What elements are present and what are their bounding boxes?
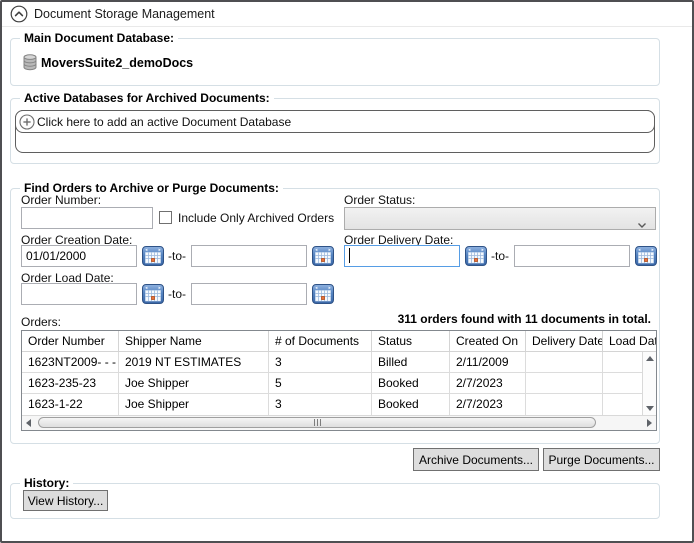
view-history-button[interactable]: View History... (23, 490, 108, 511)
creation-date-to-input[interactable] (191, 245, 307, 267)
creation-date-from-calendar-button[interactable] (142, 245, 164, 267)
load-to-separator: -to- (168, 287, 186, 301)
scroll-right-icon[interactable] (647, 419, 652, 427)
calendar-icon (635, 246, 657, 266)
column-header[interactable]: Status (372, 331, 450, 351)
load-date-to-calendar-button[interactable] (312, 283, 334, 305)
order-status-dropdown[interactable] (344, 207, 656, 230)
scroll-down-icon[interactable] (645, 406, 654, 411)
include-archived-checkbox[interactable] (159, 211, 172, 224)
table-cell[interactable]: 3 (269, 394, 372, 415)
panel-header: Document Storage Management (2, 2, 692, 27)
vertical-scrollbar[interactable] (642, 352, 656, 415)
column-header[interactable]: Order Number (22, 331, 119, 351)
add-database-button[interactable]: Click here to add an active Document Dat… (15, 110, 655, 133)
horizontal-scrollbar[interactable] (22, 415, 656, 430)
calendar-icon (312, 246, 334, 266)
orders-table: Order Number Shipper Name # of Documents St… (21, 330, 657, 431)
main-database-name: MoversSuite2_demoDocs (41, 55, 194, 70)
load-date-from-input[interactable] (21, 283, 137, 305)
scroll-left-icon[interactable] (26, 419, 31, 427)
database-icon (23, 54, 37, 71)
table-cell[interactable]: 1623-235-23 (22, 373, 119, 393)
table-cell[interactable]: 2/7/2023 (450, 394, 526, 415)
main-database-item: MoversSuite2_demoDocs (23, 54, 193, 71)
table-cell[interactable]: 1623NT2009- - - (22, 352, 119, 372)
column-header[interactable]: Created On (450, 331, 526, 351)
chevron-up-circle-icon (10, 5, 28, 23)
horizontal-scrollbar-thumb[interactable] (38, 417, 596, 428)
table-cell[interactable]: 1623-1-22 (22, 394, 119, 415)
panel-title: Document Storage Management (34, 7, 215, 21)
table-cell[interactable] (526, 373, 603, 393)
find-orders-groupbox: Find Orders to Archive or Purge Document… (10, 181, 660, 444)
column-header[interactable]: Shipper Name (119, 331, 269, 351)
scroll-up-icon[interactable] (645, 356, 654, 361)
load-date-to-input[interactable] (191, 283, 307, 305)
table-cell[interactable]: 5 (269, 373, 372, 393)
chevron-down-icon (637, 216, 647, 234)
order-number-label: Order Number: (21, 193, 102, 207)
table-row[interactable]: 1623-235-23 Joe Shipper 5 Booked 2/7/2023 (22, 373, 642, 394)
orders-label: Orders: (21, 315, 62, 329)
delivery-date-to-input[interactable] (514, 245, 630, 267)
active-databases-caption: Active Databases for Archived Documents: (20, 91, 274, 106)
history-groupbox: History: View History... (10, 476, 660, 519)
orders-table-rows: 1623NT2009- - -2019 NT ESTIMATES 3 Billed 2… (22, 352, 642, 415)
active-databases-list: Click here to add an active Document Dat… (15, 110, 655, 153)
column-header[interactable]: Load Date (603, 331, 656, 351)
column-header[interactable]: Delivery Date (526, 331, 603, 351)
table-cell[interactable] (603, 394, 642, 415)
orders-table-body: 1623NT2009- - -2019 NT ESTIMATES 3 Billed 2… (22, 352, 656, 415)
column-header[interactable]: # of Documents (269, 331, 372, 351)
calendar-icon (142, 284, 164, 304)
main-database-groupbox: Main Document Database: MoversSuite2_dem… (10, 31, 660, 86)
calendar-icon (142, 246, 164, 266)
delivery-date-to-calendar-button[interactable] (635, 245, 657, 267)
table-cell[interactable]: 2/7/2023 (450, 373, 526, 393)
table-cell[interactable]: 2019 NT ESTIMATES (119, 352, 269, 372)
plus-circle-icon (19, 113, 35, 130)
delivery-date-from-calendar-button[interactable] (465, 245, 487, 267)
include-archived-label[interactable]: Include Only Archived Orders (178, 211, 334, 225)
results-summary: 311 orders found with 11 documents in to… (397, 312, 651, 326)
table-cell[interactable] (526, 394, 603, 415)
table-cell[interactable] (603, 373, 642, 393)
table-cell[interactable]: 3 (269, 352, 372, 372)
table-cell[interactable]: Booked (372, 373, 450, 393)
table-cell[interactable]: Joe Shipper (119, 394, 269, 415)
load-date-from-calendar-button[interactable] (142, 283, 164, 305)
collapse-expander-button[interactable] (9, 5, 28, 24)
text-caret (349, 248, 350, 263)
table-cell[interactable]: Billed (372, 352, 450, 372)
active-databases-groupbox: Active Databases for Archived Documents:… (10, 91, 660, 164)
archive-documents-button[interactable]: Archive Documents... (413, 448, 539, 471)
delivery-to-separator: -to- (491, 249, 509, 263)
order-status-label: Order Status: (344, 193, 416, 207)
creation-to-separator: -to- (168, 249, 186, 263)
orders-table-header: Order Number Shipper Name # of Documents St… (22, 331, 656, 352)
creation-date-to-calendar-button[interactable] (312, 245, 334, 267)
document-storage-management-panel: Document Storage Management Main Documen… (0, 0, 694, 543)
table-cell[interactable] (526, 352, 603, 372)
table-cell[interactable]: Booked (372, 394, 450, 415)
add-database-label: Click here to add an active Document Dat… (37, 114, 292, 129)
table-row[interactable]: 1623NT2009- - -2019 NT ESTIMATES 3 Billed 2… (22, 352, 642, 373)
calendar-icon (465, 246, 487, 266)
table-row[interactable]: 1623-1-22 Joe Shipper 3 Booked 2/7/2023 (22, 394, 642, 415)
table-cell[interactable] (603, 352, 642, 372)
main-database-caption: Main Document Database: (20, 31, 179, 46)
order-number-input[interactable] (21, 207, 153, 229)
purge-documents-button[interactable]: Purge Documents... (543, 448, 660, 471)
delivery-date-from-input[interactable] (344, 245, 460, 267)
table-cell[interactable]: Joe Shipper (119, 373, 269, 393)
history-caption: History: (20, 476, 74, 491)
creation-date-from-input[interactable] (21, 245, 137, 267)
table-cell[interactable]: 2/11/2009 (450, 352, 526, 372)
calendar-icon (312, 284, 334, 304)
